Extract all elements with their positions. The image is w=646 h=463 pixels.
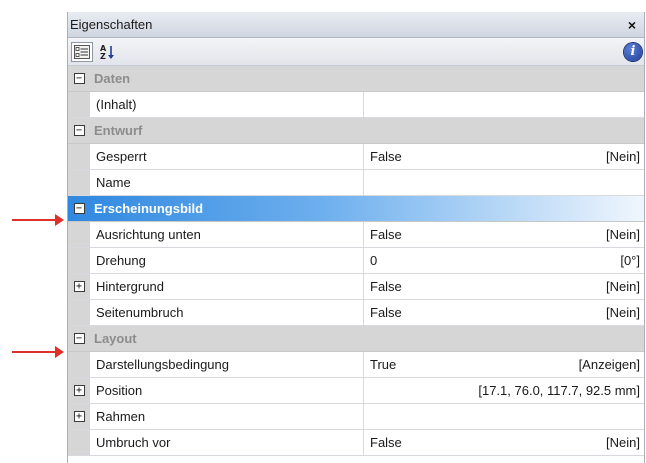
row-gutter: + — [68, 378, 90, 403]
property-row[interactable]: + Rahmen — [68, 404, 644, 430]
property-display-value: [Nein] — [606, 149, 640, 164]
property-name: (Inhalt) — [90, 92, 364, 117]
property-row[interactable]: Umbruch vor False [Nein] — [68, 430, 644, 456]
row-gutter: + — [68, 274, 90, 299]
row-gutter — [68, 92, 90, 117]
category-label: Erscheinungsbild — [94, 201, 204, 216]
property-row[interactable]: Gesperrt False [Nein] — [68, 144, 644, 170]
title-bar: Eigenschaften × — [68, 12, 644, 38]
row-gutter — [68, 222, 90, 247]
row-gutter — [68, 300, 90, 325]
category-row[interactable]: − Erscheinungsbild — [68, 196, 644, 222]
alphabetical-sort-button[interactable]: A Z — [97, 42, 119, 62]
property-name: Rahmen — [90, 404, 364, 429]
property-name: Gesperrt — [90, 144, 364, 169]
row-gutter — [68, 170, 90, 195]
property-value: False — [370, 149, 402, 164]
property-display-value: [Nein] — [606, 305, 640, 320]
row-gutter — [68, 352, 90, 377]
property-display-value: [Nein] — [606, 227, 640, 242]
property-value-cell[interactable] — [364, 92, 644, 117]
row-gutter — [68, 144, 90, 169]
property-row[interactable]: Darstellungsbedingung True [Anzeigen] — [68, 352, 644, 378]
property-row[interactable]: + Hintergrund False [Nein] — [68, 274, 644, 300]
categorized-view-button[interactable] — [71, 41, 93, 62]
expand-icon[interactable]: + — [73, 411, 85, 422]
property-value: False — [370, 435, 402, 450]
category-row[interactable]: − Daten — [68, 66, 644, 92]
property-name: Name — [90, 170, 364, 195]
category-label: Daten — [94, 71, 131, 86]
collapse-icon[interactable]: − — [73, 73, 85, 84]
properties-panel: Eigenschaften × A Z i − Daten (Inhalt) −… — [67, 12, 645, 463]
toolbar: A Z i — [68, 38, 644, 66]
property-display-value: [Anzeigen] — [578, 357, 640, 372]
property-row[interactable]: + Position [17.1, 76.0, 117.7, 92.5 mm] — [68, 378, 644, 404]
property-value-cell[interactable]: [17.1, 76.0, 117.7, 92.5 mm] — [364, 378, 644, 403]
property-display-value: [Nein] — [606, 279, 640, 294]
property-value: True — [370, 357, 397, 372]
categorized-icon — [74, 44, 90, 59]
category-row[interactable]: − Layout — [68, 326, 644, 352]
property-value-cell[interactable]: False [Nein] — [364, 222, 644, 247]
expand-icon[interactable]: + — [73, 385, 85, 396]
property-value-cell[interactable]: False [Nein] — [364, 274, 644, 299]
property-grid: − Daten (Inhalt) − Entwurf Gesperrt False [Nein… — [68, 66, 644, 456]
property-value: False — [370, 227, 402, 242]
close-icon[interactable]: × — [624, 17, 640, 33]
category-row[interactable]: − Entwurf — [68, 118, 644, 144]
property-display-value: [0°] — [620, 253, 640, 268]
property-row[interactable]: Ausrichtung unten False [Nein] — [68, 222, 644, 248]
expand-icon[interactable]: + — [73, 281, 85, 292]
svg-text:Z: Z — [100, 52, 106, 61]
property-display-value: [17.1, 76.0, 117.7, 92.5 mm] — [478, 383, 640, 398]
arrow-erscheinungsbild — [12, 214, 64, 226]
property-value-cell[interactable]: 0 [0°] — [364, 248, 644, 273]
info-icon[interactable]: i — [624, 42, 642, 61]
property-name: Darstellungsbedingung — [90, 352, 364, 377]
property-name: Ausrichtung unten — [90, 222, 364, 247]
row-gutter — [68, 248, 90, 273]
property-display-value: [Nein] — [606, 435, 640, 450]
property-value-cell[interactable]: False [Nein] — [364, 300, 644, 325]
property-row[interactable]: Name — [68, 170, 644, 196]
property-value: False — [370, 305, 402, 320]
row-gutter — [68, 430, 90, 455]
property-row[interactable]: Drehung 0 [0°] — [68, 248, 644, 274]
category-label: Entwurf — [94, 123, 143, 138]
panel-title: Eigenschaften — [70, 17, 153, 32]
collapse-icon[interactable]: − — [73, 203, 85, 214]
property-name: Seitenumbruch — [90, 300, 364, 325]
category-gutter: − — [68, 118, 90, 143]
arrow-layout — [12, 346, 64, 358]
property-value-cell[interactable]: True [Anzeigen] — [364, 352, 644, 377]
property-value-cell[interactable]: False [Nein] — [364, 430, 644, 455]
property-value: 0 — [370, 253, 378, 268]
property-value-cell[interactable]: False [Nein] — [364, 144, 644, 169]
row-gutter: + — [68, 404, 90, 429]
property-name: Hintergrund — [90, 274, 364, 299]
category-gutter: − — [68, 66, 90, 91]
property-value: False — [370, 279, 402, 294]
property-row[interactable]: (Inhalt) — [68, 92, 644, 118]
category-gutter: − — [68, 326, 90, 351]
category-label: Layout — [94, 331, 137, 346]
collapse-icon[interactable]: − — [73, 125, 85, 136]
property-row[interactable]: Seitenumbruch False [Nein] — [68, 300, 644, 326]
property-name: Umbruch vor — [90, 430, 364, 455]
sort-alpha-icon: A Z — [100, 44, 114, 61]
property-value-cell[interactable] — [364, 170, 644, 195]
property-name: Position — [90, 378, 364, 403]
property-name: Drehung — [90, 248, 364, 273]
property-value-cell[interactable] — [364, 404, 644, 429]
collapse-icon[interactable]: − — [73, 333, 85, 344]
category-gutter: − — [68, 196, 90, 221]
